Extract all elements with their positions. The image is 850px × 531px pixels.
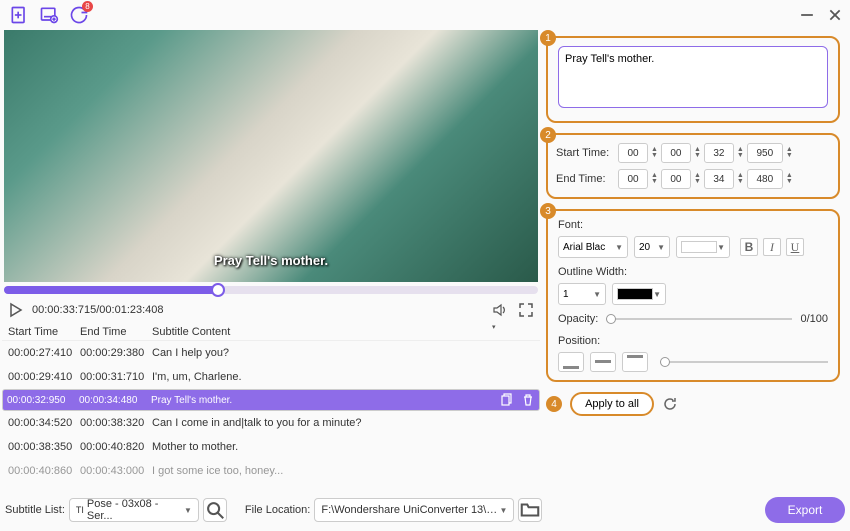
font-label: Font: bbox=[558, 219, 828, 231]
apply-panel: 4 Apply to all bbox=[546, 392, 840, 416]
outline-color-select[interactable]: ▼ bbox=[612, 283, 666, 305]
play-button[interactable] bbox=[8, 302, 24, 318]
opacity-label: Opacity: bbox=[558, 313, 598, 325]
underline-button[interactable]: U bbox=[786, 238, 804, 256]
table-row[interactable]: 00:00:27:41000:00:29:380Can I help you? bbox=[2, 341, 540, 365]
opacity-value: 0/100 bbox=[800, 313, 828, 325]
subtitle-table: 00:00:27:41000:00:29:380Can I help you? … bbox=[2, 341, 540, 483]
font-family-select[interactable]: Arial Blac▼ bbox=[558, 236, 628, 258]
spinner[interactable]: ▲▼ bbox=[694, 147, 701, 159]
titlebar: 8 bbox=[0, 0, 850, 30]
search-button[interactable] bbox=[203, 498, 227, 522]
file-location-label: File Location: bbox=[245, 504, 310, 516]
style-panel: 3 Font: Arial Blac▼ 20▼ ▼ B I U Outline … bbox=[546, 209, 840, 382]
start-min[interactable]: 00 bbox=[661, 143, 691, 163]
apply-to-all-button[interactable]: Apply to all bbox=[570, 392, 654, 416]
step-badge: 2 bbox=[540, 127, 556, 143]
step-badge: 3 bbox=[540, 203, 556, 219]
position-label: Position: bbox=[558, 335, 828, 347]
position-top-button[interactable] bbox=[622, 352, 648, 372]
video-subtitle-overlay: Pray Tell's mother. bbox=[214, 253, 328, 268]
start-sec[interactable]: 32 bbox=[704, 143, 734, 163]
table-row[interactable]: 00:00:29:41000:00:31:710I'm, um, Charlen… bbox=[2, 365, 540, 389]
table-row[interactable]: 00:00:38:35000:00:40:820Mother to mother… bbox=[2, 435, 540, 459]
start-time-label: Start Time: bbox=[556, 147, 618, 159]
position-center-button[interactable] bbox=[590, 352, 616, 372]
end-sec[interactable]: 34 bbox=[704, 169, 734, 189]
spinner[interactable]: ▲▼ bbox=[651, 173, 658, 185]
browse-folder-button[interactable] bbox=[518, 498, 542, 522]
duplicate-icon[interactable] bbox=[499, 393, 513, 407]
spinner[interactable]: ▲▼ bbox=[651, 147, 658, 159]
spinner[interactable]: ▲▼ bbox=[786, 147, 793, 159]
start-ms[interactable]: 950 bbox=[747, 143, 783, 163]
subtitle-text-panel: 1 bbox=[546, 36, 840, 123]
add-subtitle-icon[interactable] bbox=[38, 4, 60, 26]
subtitle-text-input[interactable] bbox=[558, 46, 828, 108]
spinner[interactable]: ▲▼ bbox=[694, 173, 701, 185]
font-color-select[interactable]: ▼ bbox=[676, 236, 730, 258]
bold-button[interactable]: B bbox=[740, 238, 758, 256]
file-location-select[interactable]: F:\Wondershare UniConverter 13\To-bur▼ bbox=[314, 498, 514, 522]
subtitle-list-label: Subtitle List: bbox=[5, 504, 65, 516]
seek-bar[interactable] bbox=[4, 286, 538, 294]
end-time-label: End Time: bbox=[556, 173, 618, 185]
time-panel: 2 Start Time: 00▲▼ 00▲▼ 32▲▼ 950▲▼ End T… bbox=[546, 133, 840, 199]
step-badge: 1 bbox=[540, 30, 556, 46]
fullscreen-button[interactable] bbox=[518, 302, 534, 318]
position-slider[interactable] bbox=[660, 361, 828, 363]
table-row[interactable]: 00:00:40:86000:00:43:000I got some ice t… bbox=[2, 459, 540, 483]
auto-generate-icon[interactable]: 8 bbox=[68, 4, 90, 26]
spinner[interactable]: ▲▼ bbox=[737, 173, 744, 185]
spinner[interactable]: ▲▼ bbox=[737, 147, 744, 159]
delete-icon[interactable] bbox=[521, 393, 535, 407]
step-badge: 4 bbox=[546, 396, 562, 412]
table-header: Start Time End Time Subtitle Content bbox=[2, 324, 540, 341]
export-button[interactable]: Export bbox=[765, 497, 845, 523]
volume-button[interactable]: ▾ bbox=[492, 302, 508, 318]
badge: 8 bbox=[82, 1, 93, 12]
subtitle-list-select[interactable]: TIPose - 03x08 - Ser...▼ bbox=[69, 498, 199, 522]
italic-button[interactable]: I bbox=[763, 238, 781, 256]
end-ms[interactable]: 480 bbox=[747, 169, 783, 189]
outline-label: Outline Width: bbox=[558, 266, 828, 278]
reset-icon[interactable] bbox=[662, 396, 678, 412]
minimize-button[interactable] bbox=[800, 8, 814, 22]
end-hour[interactable]: 00 bbox=[618, 169, 648, 189]
opacity-slider[interactable] bbox=[606, 318, 792, 320]
end-min[interactable]: 00 bbox=[661, 169, 691, 189]
close-button[interactable] bbox=[828, 8, 842, 22]
table-row[interactable]: 00:00:34:52000:00:38:320Can I come in an… bbox=[2, 411, 540, 435]
outline-width-select[interactable]: 1▼ bbox=[558, 283, 606, 305]
table-row-selected[interactable]: 00:00:32:95000:00:34:480Pray Tell's moth… bbox=[2, 389, 540, 411]
video-preview[interactable]: Pray Tell's mother. bbox=[4, 30, 538, 282]
spinner[interactable]: ▲▼ bbox=[786, 173, 793, 185]
font-size-select[interactable]: 20▼ bbox=[634, 236, 670, 258]
position-bottom-button[interactable] bbox=[558, 352, 584, 372]
add-file-icon[interactable] bbox=[8, 4, 30, 26]
start-hour[interactable]: 00 bbox=[618, 143, 648, 163]
time-display: 00:00:33:715/00:01:23:408 bbox=[32, 304, 164, 316]
footer: Subtitle List: TIPose - 03x08 - Ser...▼ … bbox=[5, 494, 845, 526]
